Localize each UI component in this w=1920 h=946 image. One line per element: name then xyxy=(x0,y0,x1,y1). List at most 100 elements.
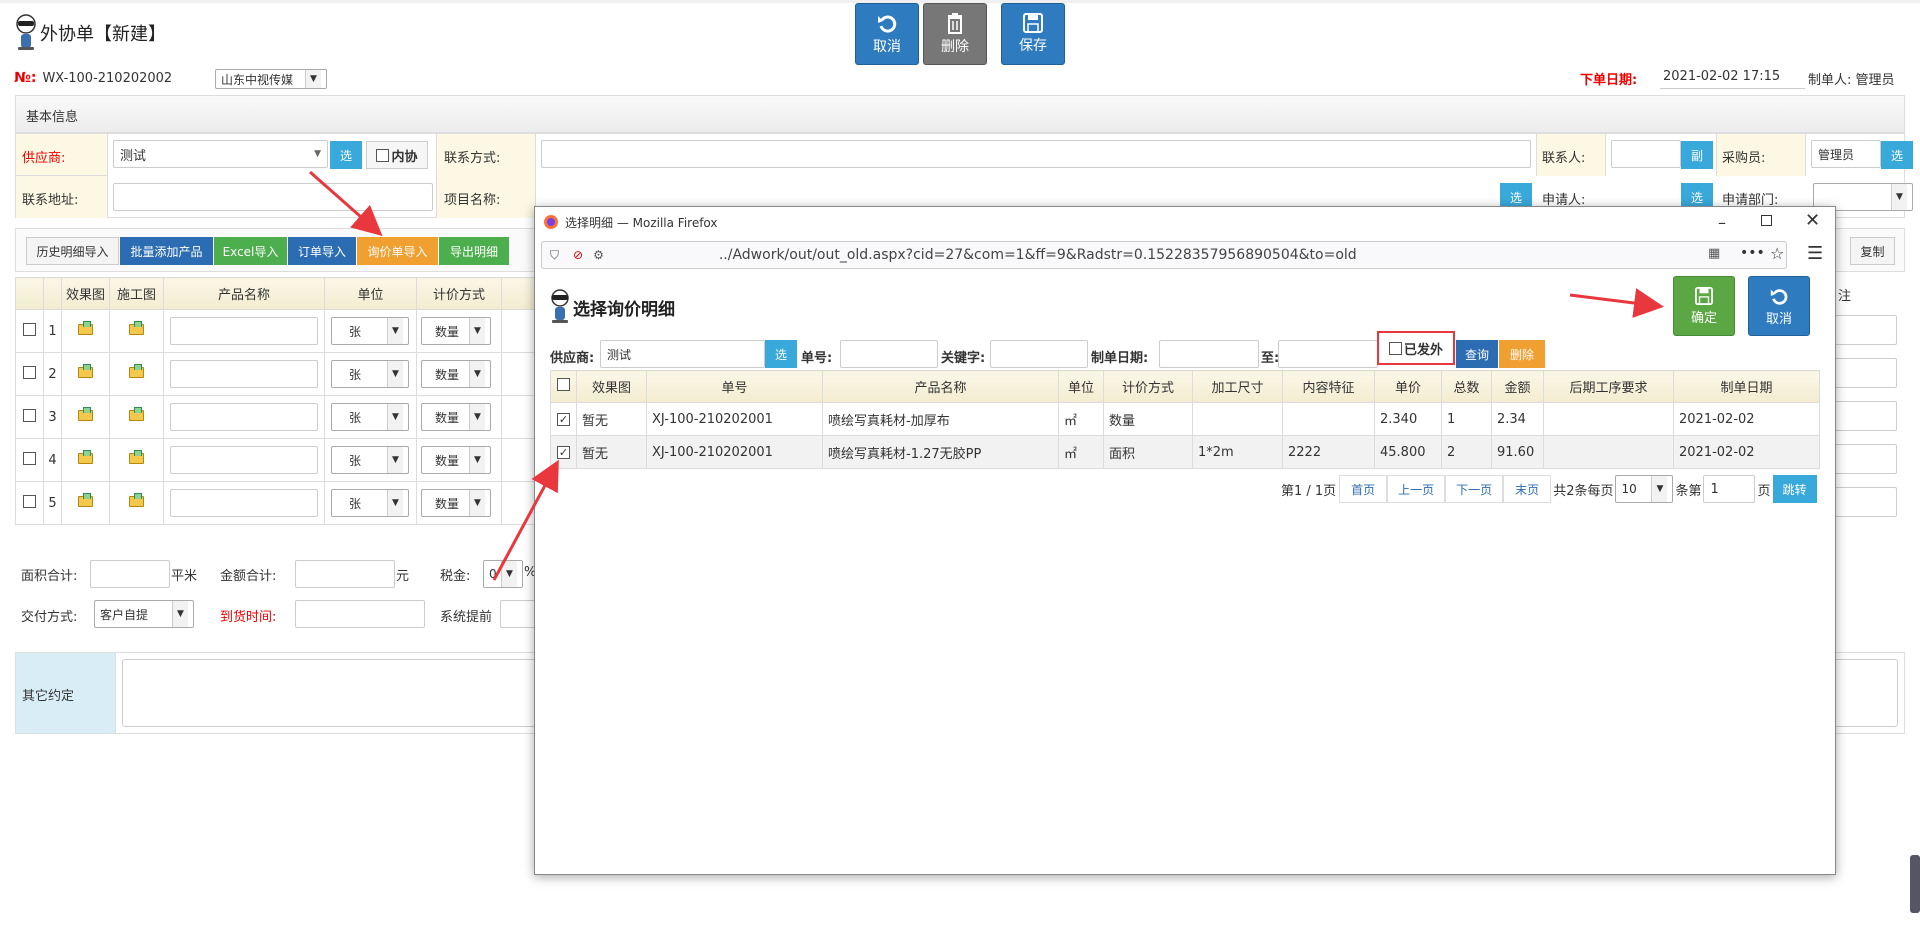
supplier-input[interactable]: 测试 ▼ xyxy=(113,140,328,168)
prev-page-button[interactable]: 上一页 xyxy=(1387,475,1446,503)
order-date-field[interactable]: 2021-02-02 17:15 xyxy=(1660,67,1805,89)
upload-folder-icon[interactable] xyxy=(129,449,144,464)
history-import-button[interactable]: 历史明细导入 xyxy=(26,237,119,265)
popup-heading: 选择询价明细 xyxy=(573,300,675,320)
next-page-button[interactable]: 下一页 xyxy=(1445,475,1504,503)
unit-select[interactable]: 张 ▼ xyxy=(331,317,409,345)
filter-supplier-select-button[interactable]: 选 xyxy=(765,340,797,368)
order-import-button[interactable]: 订单导入 xyxy=(288,237,356,265)
address-input[interactable] xyxy=(113,183,433,211)
maximize-icon[interactable] xyxy=(1761,215,1772,226)
inquiry-row[interactable]: ✓ 暂无 XJ-100-210202001 喷绘写真耗材-加厚布㎡数量 2.340 1 2.… xyxy=(550,402,1820,436)
pricing-select[interactable]: 数量 ▼ xyxy=(421,317,491,345)
url-text[interactable]: ../Adwork/out/out_old.aspx?cid=27&com=1&… xyxy=(719,247,1357,263)
outsourced-checkbox-wrap[interactable]: 已发外 xyxy=(1377,331,1455,365)
upload-folder-icon[interactable] xyxy=(129,363,144,378)
upload-folder-icon[interactable] xyxy=(78,406,93,421)
product-name-input[interactable] xyxy=(170,403,318,431)
popup-confirm-button[interactable]: 确定 xyxy=(1673,276,1735,336)
row-checkbox[interactable] xyxy=(23,451,36,465)
select-all-checkbox[interactable] xyxy=(557,378,570,391)
delivery-select[interactable]: 客户自提 ▼ xyxy=(94,600,194,628)
copy-button[interactable]: 复制 xyxy=(1850,237,1895,265)
row-checkbox[interactable] xyxy=(23,365,36,379)
upload-folder-icon[interactable] xyxy=(78,363,93,378)
more-icon[interactable]: ••• xyxy=(1740,245,1765,261)
menu-icon[interactable]: ☰ xyxy=(1807,243,1823,264)
row-checkbox[interactable]: ✓ xyxy=(557,445,570,459)
pricing-select[interactable]: 数量 ▼ xyxy=(421,446,491,474)
page-size-select[interactable]: 10 ▼ xyxy=(1615,475,1674,503)
area-total-input[interactable] xyxy=(90,560,170,588)
filter-keyword-input[interactable] xyxy=(990,340,1088,368)
popup-cancel-button[interactable]: 取消 xyxy=(1748,276,1810,336)
upload-folder-icon[interactable] xyxy=(78,449,93,464)
page-num-input[interactable]: 1 xyxy=(1703,475,1756,503)
inquiry-import-button[interactable]: 询价单导入 xyxy=(357,237,438,265)
inner-checkbox-wrap[interactable]: 内协 xyxy=(366,141,428,169)
permissions-icon[interactable]: ⊘ xyxy=(573,248,583,262)
jump-button[interactable]: 跳转 xyxy=(1772,475,1817,503)
qr-icon[interactable]: ▦ xyxy=(1708,246,1720,261)
inner-checkbox[interactable] xyxy=(376,148,390,162)
pricing-select[interactable]: 数量 ▼ xyxy=(421,489,491,517)
minimize-icon[interactable]: – xyxy=(1718,213,1726,232)
delete-button[interactable]: 删除 xyxy=(923,3,987,65)
buyer-select-button[interactable]: 选 xyxy=(1881,141,1913,169)
remark-input[interactable] xyxy=(1835,487,1897,517)
remark-input[interactable] xyxy=(1835,444,1897,474)
filter-date-from-input[interactable] xyxy=(1159,340,1259,368)
product-name-input[interactable] xyxy=(170,360,318,388)
contact-person-input[interactable] xyxy=(1611,140,1681,168)
upload-folder-icon[interactable] xyxy=(129,492,144,507)
upload-folder-icon[interactable] xyxy=(78,492,93,507)
unit-select[interactable]: 张 ▼ xyxy=(331,446,409,474)
product-name-input[interactable] xyxy=(170,317,318,345)
company-select[interactable]: 山东中视传媒 ▼ xyxy=(215,69,327,89)
filter-date-to-input[interactable] xyxy=(1278,340,1378,368)
tracking-icon[interactable]: ⚙ xyxy=(593,248,604,262)
supplier-select-button[interactable]: 选 xyxy=(330,141,362,169)
export-detail-button[interactable]: 导出明细 xyxy=(439,237,509,265)
filter-no-input[interactable] xyxy=(840,340,938,368)
amount-total-input[interactable] xyxy=(295,560,395,588)
upload-folder-icon[interactable] xyxy=(129,320,144,335)
buyer-input[interactable]: 管理员 xyxy=(1811,140,1881,168)
cancel-button[interactable]: 取消 xyxy=(855,3,919,65)
unit-select[interactable]: 张 ▼ xyxy=(331,403,409,431)
product-name-input[interactable] xyxy=(170,489,318,517)
contact-person-button[interactable]: 副 xyxy=(1681,141,1713,169)
batch-add-button[interactable]: 批量添加产品 xyxy=(120,237,213,265)
remark-input[interactable] xyxy=(1835,401,1897,431)
last-page-button[interactable]: 末页 xyxy=(1503,475,1552,503)
row-checkbox[interactable] xyxy=(23,322,36,336)
row-checkbox[interactable] xyxy=(23,408,36,422)
pricing-select[interactable]: 数量 ▼ xyxy=(421,360,491,388)
outsourced-checkbox[interactable] xyxy=(1388,341,1402,355)
arrival-time-input[interactable] xyxy=(295,600,425,628)
contact-method-input[interactable] xyxy=(541,140,1531,168)
upload-folder-icon[interactable] xyxy=(78,320,93,335)
address-bar[interactable]: ⛉ ⊘ ⚙ ../Adwork/out/out_old.aspx?cid=27&… xyxy=(541,241,1787,269)
tax-select[interactable]: 0 ▼ xyxy=(483,560,523,588)
unit-select[interactable]: 张 ▼ xyxy=(331,360,409,388)
save-button[interactable]: 保存 xyxy=(1001,3,1065,65)
row-checkbox[interactable] xyxy=(23,494,36,508)
product-name-input[interactable] xyxy=(170,446,318,474)
unit-select[interactable]: 张 ▼ xyxy=(331,489,409,517)
filter-supplier-input[interactable]: 测试 xyxy=(600,340,765,368)
shield-icon[interactable]: ⛉ xyxy=(550,248,559,263)
query-button[interactable]: 查询 xyxy=(1456,340,1498,368)
remark-input[interactable] xyxy=(1835,358,1897,388)
bookmark-star-icon[interactable]: ☆ xyxy=(1770,244,1784,263)
filter-delete-button[interactable]: 删除 xyxy=(1499,340,1545,368)
row-checkbox[interactable]: ✓ xyxy=(557,412,570,426)
first-page-button[interactable]: 首页 xyxy=(1339,475,1388,503)
close-icon[interactable]: ✕ xyxy=(1805,210,1820,231)
excel-import-button[interactable]: Excel导入 xyxy=(214,237,287,265)
side-scroll-widget[interactable] xyxy=(1910,855,1920,913)
pricing-select[interactable]: 数量 ▼ xyxy=(421,403,491,431)
upload-folder-icon[interactable] xyxy=(129,406,144,421)
remark-input[interactable] xyxy=(1835,315,1897,345)
inquiry-row[interactable]: ✓ 暂无 XJ-100-210202001 喷绘写真耗材-1.27无胶PP ㎡面积 1*2… xyxy=(550,435,1820,469)
